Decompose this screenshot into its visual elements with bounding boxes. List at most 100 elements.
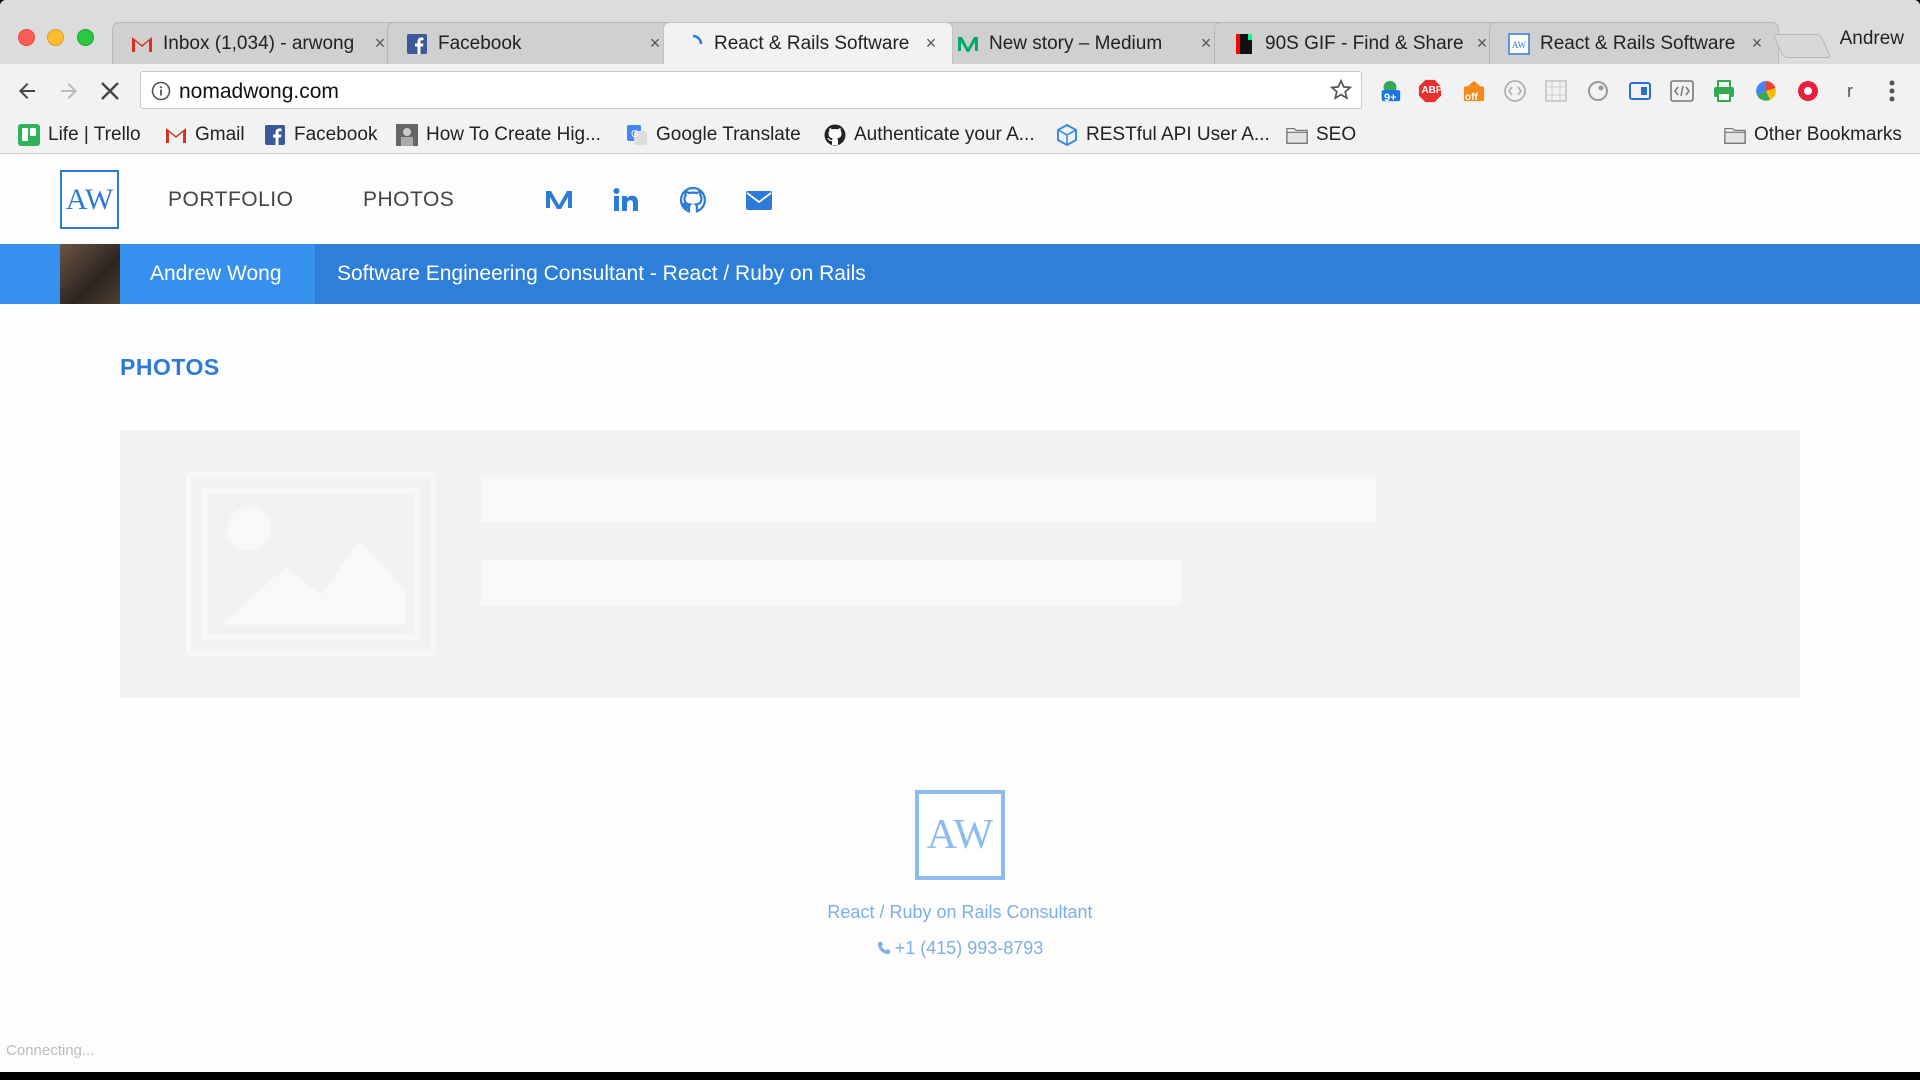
reader-extension-icon[interactable] [1628,79,1652,103]
image-placeholder-icon [186,472,436,656]
aw-site-icon: AW [1508,32,1530,55]
tab-giphy[interactable]: 90S GIF - Find & Share × [1214,22,1504,64]
tab-title: React & Rails Software [1540,32,1736,54]
tab-strip: Inbox (1,034) - arwong × Facebook × Reac… [0,0,1920,64]
print-extension-icon[interactable] [1712,79,1736,103]
stop-loading-button[interactable] [95,76,125,106]
extension-badge: ABP [1421,85,1443,96]
tab-list: Inbox (1,034) - arwong × Facebook × Reac… [112,18,1832,64]
footer-logo[interactable]: AW [915,790,1005,880]
gmail-icon [131,33,153,55]
footer-subtitle: React / Ruby on Rails Consultant [827,902,1093,922]
bookmark-label: Other Bookmarks [1754,124,1902,145]
profile-name[interactable]: Andrew [1840,28,1904,50]
close-icon [101,82,119,100]
tab-react-rails-2[interactable]: AW React & Rails Software × [1489,22,1779,64]
author-name: Andrew Wong [150,262,282,285]
bookmark-restful-api[interactable]: RESTful API User A... [1056,122,1270,148]
page-viewport: AW PORTFOLIO PHOTOS Andrew Wong Software… [0,154,1920,1072]
gmail-icon [165,124,187,146]
giphy-icon [1233,33,1255,55]
address-bar[interactable]: nomadwong.com [140,71,1362,109]
loading-spinner-icon [682,33,704,55]
devtools-code-icon[interactable] [1670,79,1694,103]
url-text[interactable]: nomadwong.com [179,80,339,104]
browser-window: Inbox (1,034) - arwong × Facebook × Reac… [0,0,1920,1072]
profile-banner: Andrew Wong Software Engineering Consult… [0,244,1920,304]
close-window-button[interactable] [18,29,35,46]
google-translate-icon: G [626,124,648,146]
tab-title: React & Rails Software [714,32,910,54]
bookmark-gmail[interactable]: Gmail [165,122,245,148]
site-logo[interactable]: AW [60,170,119,229]
refresh-extension-icon[interactable] [1586,79,1610,103]
status-bar-text: Connecting... [6,1042,95,1059]
extension-counter-icon[interactable]: 9+ [1378,79,1402,104]
menu-kebab-icon[interactable] [1880,79,1904,103]
nav-portfolio[interactable]: PORTFOLIO [168,188,293,212]
author-tagline: Software Engineering Consultant - React … [337,262,866,285]
email-icon[interactable] [745,186,773,214]
grid-extension-icon[interactable] [1544,79,1568,103]
bookmark-folder-seo[interactable]: SEO [1286,122,1356,148]
footer-phone[interactable]: +1 (415) 993-8793 [0,938,1920,959]
coupon-extension-icon[interactable]: off [1462,79,1486,103]
tab-close-icon[interactable]: × [1748,33,1766,54]
skeleton-line [481,560,1181,606]
trello-icon [18,124,40,146]
page-title: PHOTOS [120,354,220,380]
bookmark-google-translate[interactable]: G Google Translate [626,122,801,148]
phone-icon [877,942,890,954]
record-extension-icon[interactable] [1796,79,1820,103]
bookmark-how-to-create[interactable]: How To Create Hig... [396,122,601,148]
bookmark-label: SEO [1316,124,1357,145]
bookmark-facebook[interactable]: Facebook [264,122,377,148]
bookmark-authenticate[interactable]: Authenticate your A... [824,122,1035,148]
bookmark-trello[interactable]: Life | Trello [18,122,141,148]
letter-r-extension-icon[interactable]: r [1838,79,1862,103]
tab-facebook[interactable]: Facebook × [387,22,677,64]
tab-close-icon[interactable]: × [922,33,940,54]
extension-badge: r [1847,80,1853,101]
bookmark-star-icon[interactable] [1329,78,1353,102]
skeleton-line [481,476,1376,522]
extension-badge: off [1465,92,1478,103]
info-icon[interactable] [151,81,171,101]
github-icon [824,124,846,146]
tab-close-icon[interactable]: × [646,33,664,54]
tab-medium-new-story[interactable]: New story – Medium × [938,22,1228,64]
github-icon[interactable] [679,186,707,214]
bookmark-folder-other[interactable]: Other Bookmarks [1724,122,1902,148]
nav-photos[interactable]: PHOTOS [363,188,454,212]
linkedin-icon[interactable] [612,186,640,214]
tab-title: Inbox (1,034) - arwong [163,32,355,54]
adblock-plus-icon[interactable]: ABP [1418,79,1443,103]
facebook-icon [264,124,286,146]
bookmarks-bar: Life | Trello Gmail Facebook How To Crea… [0,116,1920,154]
bookmark-label: Authenticate your A... [854,124,1035,145]
tab-title: 90S GIF - Find & Share [1265,32,1464,54]
minimize-window-button[interactable] [47,29,64,46]
forward-button[interactable] [54,76,84,106]
folder-icon [1286,124,1308,146]
tab-react-rails-active[interactable]: React & Rails Software × [663,22,953,64]
tab-gmail-inbox[interactable]: Inbox (1,034) - arwong × [112,22,402,64]
phone-number: +1 (415) 993-8793 [894,938,1044,958]
cube-icon [1056,124,1078,146]
code-brackets-icon[interactable] [1503,79,1527,103]
back-button[interactable] [12,76,42,106]
medium-icon[interactable] [545,186,573,214]
color-wheel-icon[interactable] [1754,79,1778,103]
avatar [60,244,120,304]
back-arrow-icon [19,83,35,99]
maximize-window-button[interactable] [77,29,94,46]
page-thumbnail-icon [396,124,418,146]
tab-title: New story – Medium [989,32,1163,54]
folder-icon [1724,124,1746,146]
svg-text:G: G [631,129,639,140]
bookmark-label: Google Translate [656,124,801,145]
browser-toolbar: nomadwong.com 9+ ABP off r [0,64,1920,116]
svg-text:AW: AW [1512,40,1527,50]
tab-close-icon[interactable]: × [1197,33,1215,54]
extension-badge: 9+ [1384,92,1397,104]
